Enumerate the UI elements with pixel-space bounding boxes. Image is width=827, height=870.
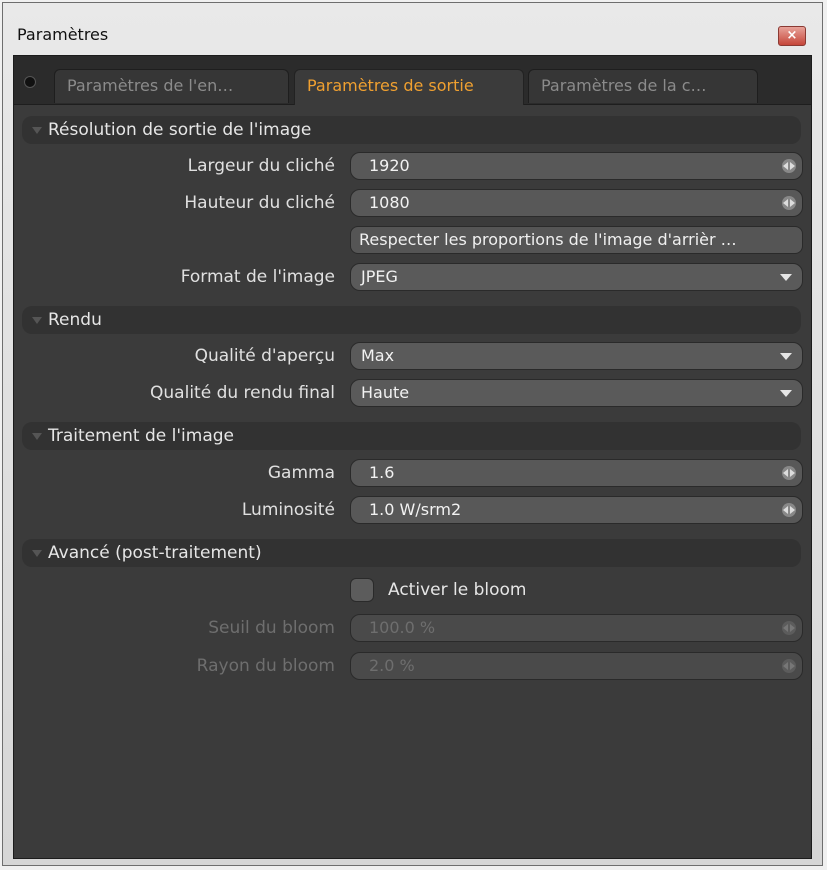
spinner-arrows-icon[interactable] [782,659,796,673]
bloom-threshold-value: 100.0 % [369,618,436,637]
final-quality-select[interactable]: Haute [350,379,803,407]
close-button[interactable]: × [778,26,806,46]
chevron-down-icon [780,390,792,397]
chevron-down-icon [780,353,792,360]
final-quality-value: Haute [361,383,410,402]
gamma-field[interactable]: 1.6 [350,459,803,487]
gamma-value: 1.6 [369,463,395,482]
height-label: Hauteur du cliché [184,193,335,213]
bloom-radius-value: 2.0 % [369,656,415,675]
section-title: Résolution de sortie de l'image [48,120,312,140]
title-bar[interactable]: Paramètres × [3,3,822,55]
match-background-aspect-button[interactable]: Respecter les proportions de l'image d'a… [350,226,803,254]
luminosity-value: 1.0 W/srm2 [369,500,462,519]
section-title: Traitement de l'image [48,426,235,446]
tab-camera[interactable]: Paramètres de la c… [528,69,758,103]
bloom-threshold-field[interactable]: 100.0 % [350,614,803,642]
close-icon: × [786,28,798,43]
spinner-arrows-icon[interactable] [782,196,796,210]
section-resolution-header[interactable]: Résolution de sortie de l'image [22,116,801,144]
collapse-triangle-icon [32,317,42,324]
section-processing-header[interactable]: Traitement de l'image [22,422,801,450]
spinner-arrows-icon[interactable] [782,621,796,635]
format-select[interactable]: JPEG [350,263,803,291]
window-title: Paramètres [17,25,109,44]
luminosity-label: Luminosité [241,500,335,520]
section-render-header[interactable]: Rendu [22,306,801,334]
bloom-checkbox[interactable] [350,578,374,602]
settings-window: Paramètres × Paramètres de l'en… Paramèt… [2,2,823,866]
tab-output[interactable]: Paramètres de sortie [294,69,524,105]
collapse-triangle-icon [32,550,42,557]
preview-quality-select[interactable]: Max [350,342,803,370]
spinner-arrows-icon[interactable] [782,159,796,173]
width-value: 1920 [369,156,410,175]
spinner-arrows-icon[interactable] [782,503,796,517]
chevron-down-icon [780,274,792,281]
height-field[interactable]: 1080 [350,189,803,217]
section-title: Rendu [48,310,102,330]
width-label: Largeur du cliché [187,156,335,176]
bloom-threshold-label: Seuil du bloom [208,618,335,638]
preview-quality-label: Qualité d'aperçu [194,346,335,366]
tab-environment[interactable]: Paramètres de l'en… [54,69,289,103]
collapse-triangle-icon [32,127,42,134]
bloom-checkbox-label[interactable]: Activer le bloom [388,577,526,603]
section-title: Avancé (post-traitement) [48,543,262,563]
settings-panel: Paramètres de l'en… Paramètres de sortie… [13,55,812,859]
bloom-radius-field[interactable]: 2.0 % [350,652,803,680]
spinner-arrows-icon[interactable] [782,466,796,480]
section-advanced-header[interactable]: Avancé (post-traitement) [22,539,801,567]
settings-content: Résolution de sortie de l'image Largeur … [14,104,811,858]
preview-quality-value: Max [361,346,395,365]
width-field[interactable]: 1920 [350,152,803,180]
collapse-triangle-icon [32,433,42,440]
bloom-radius-label: Rayon du bloom [196,656,335,676]
panel-menu-icon[interactable] [24,76,36,88]
height-value: 1080 [369,193,410,212]
format-value: JPEG [361,267,398,286]
final-quality-label: Qualité du rendu final [150,383,335,403]
luminosity-field[interactable]: 1.0 W/srm2 [350,496,803,524]
tab-bar: Paramètres de l'en… Paramètres de sortie… [14,56,811,105]
gamma-label: Gamma [267,463,335,483]
format-label: Format de l'image [180,267,335,287]
